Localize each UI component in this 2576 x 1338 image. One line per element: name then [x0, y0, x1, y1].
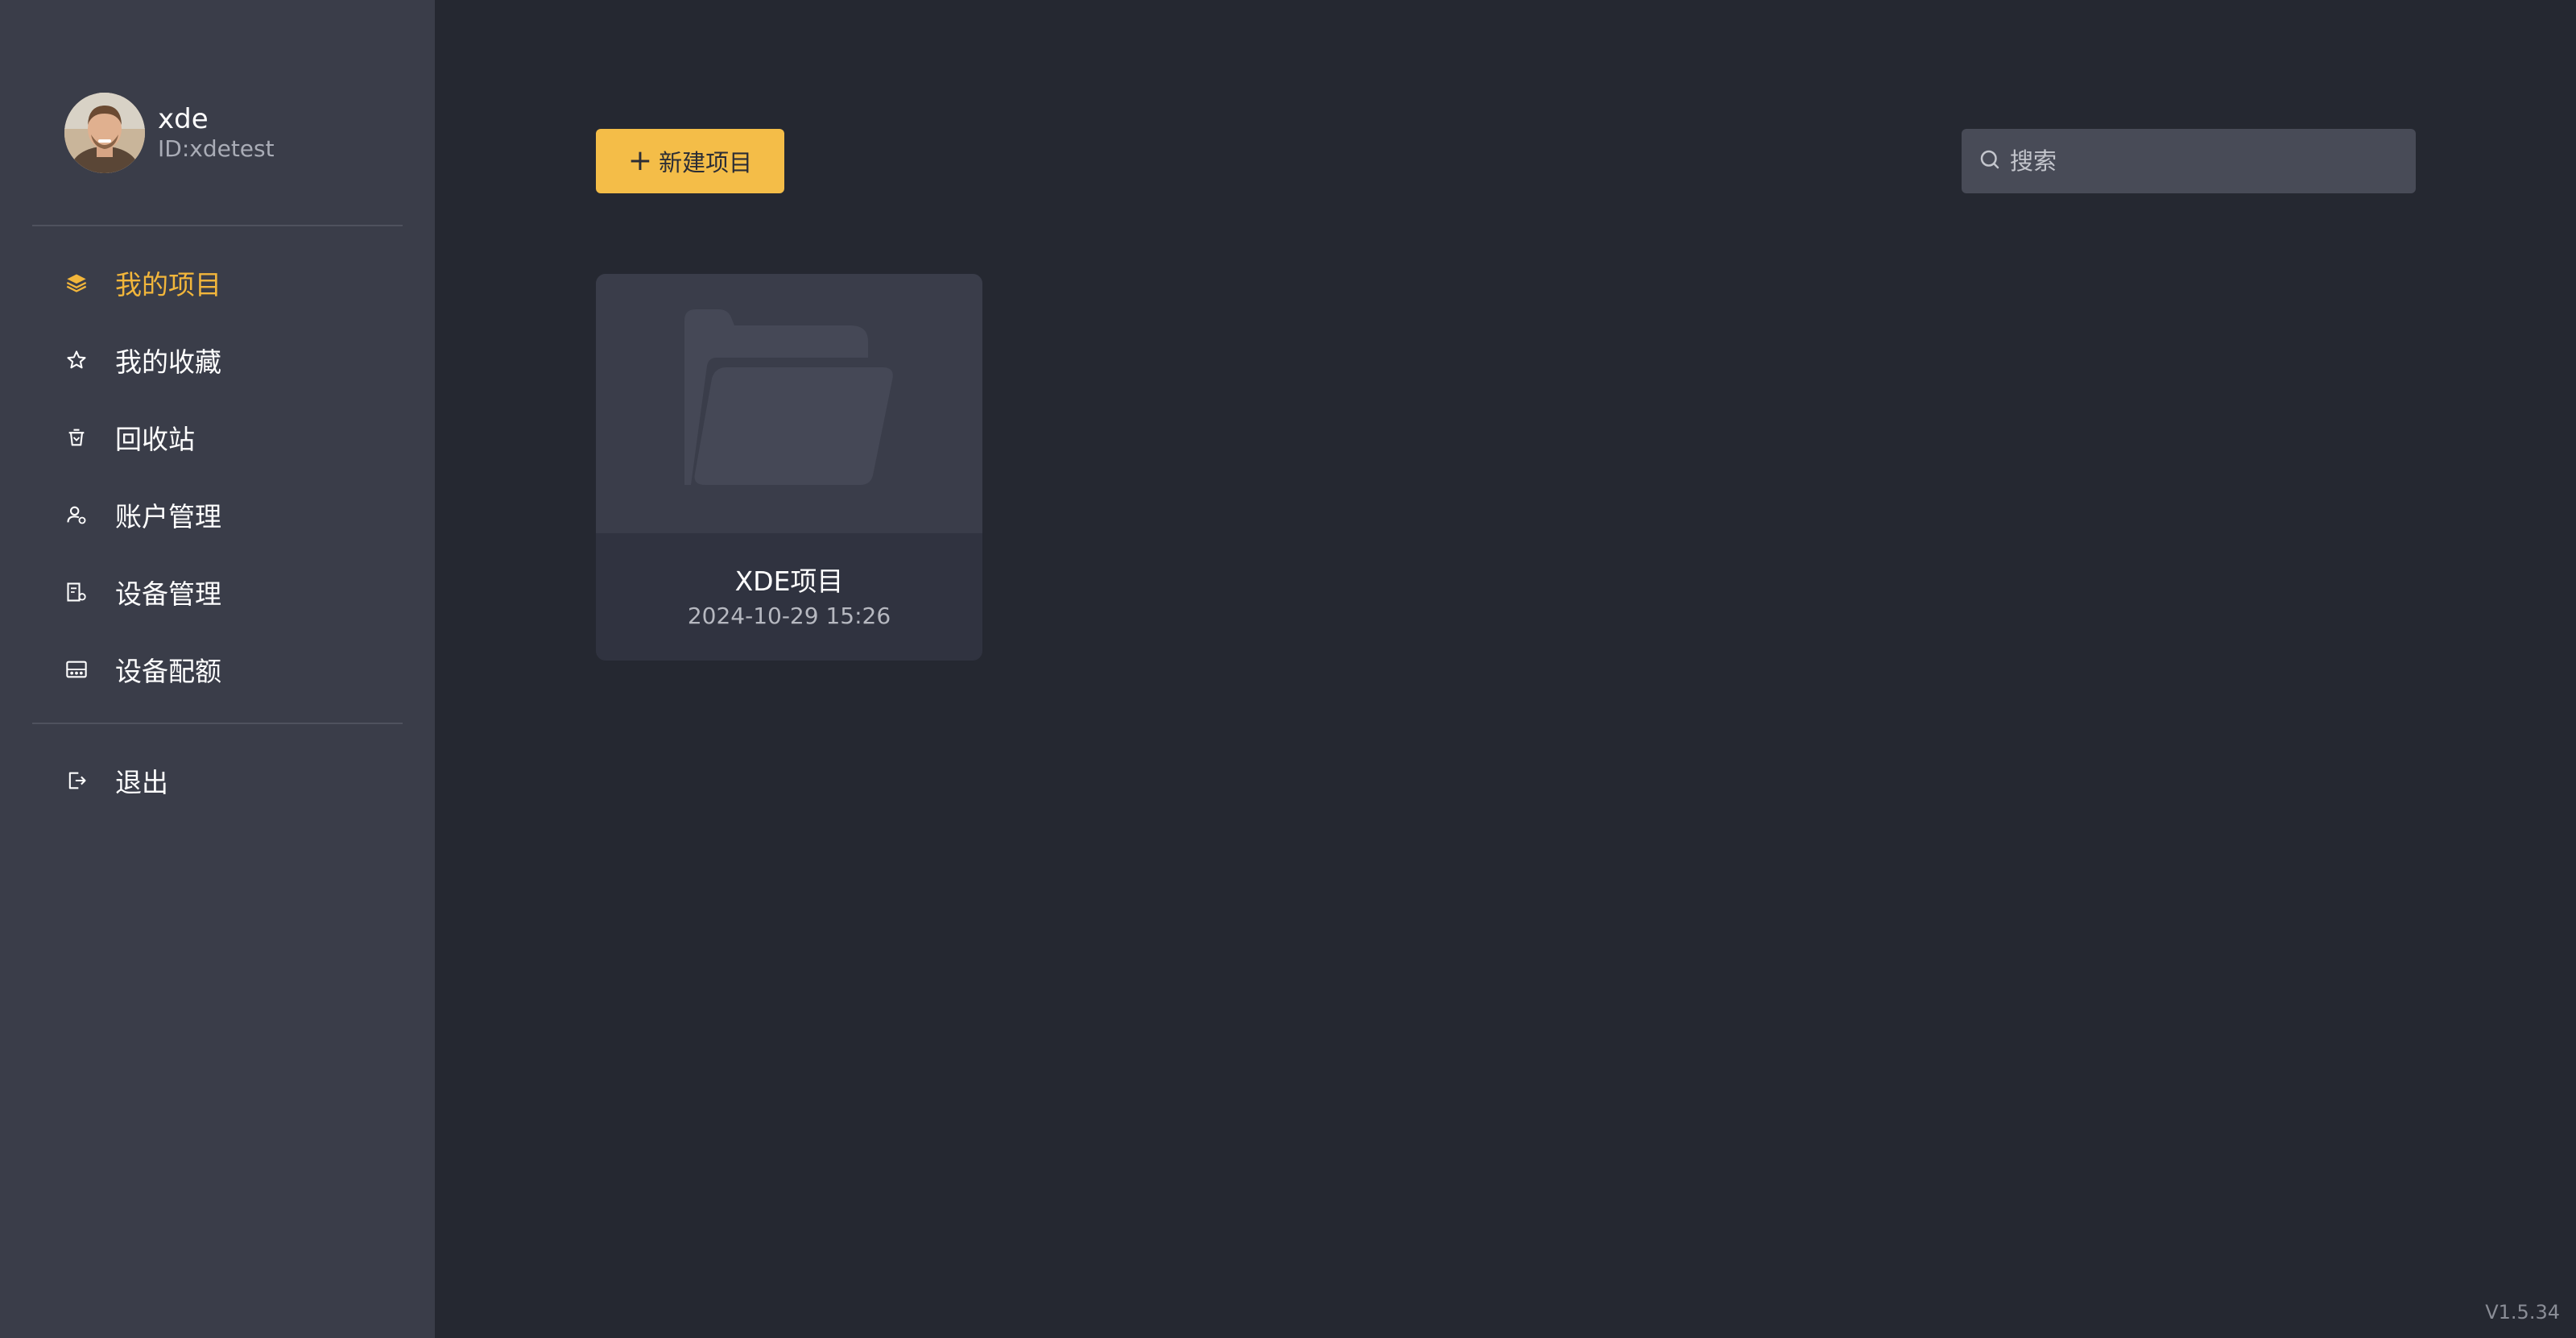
layers-icon [64, 271, 89, 295]
sidebar-item-device-management[interactable]: 设备管理 [64, 568, 221, 616]
sidebar-item-my-projects[interactable]: 我的项目 [64, 259, 221, 307]
recycle-bin-icon [64, 425, 89, 449]
device-quota-icon [64, 657, 89, 681]
project-title: XDE项目 [734, 565, 844, 597]
app-root: xde ID:xdetest 我的项目 我的收藏 回收站 账户管理 设备管理 设… [0, 0, 2576, 1338]
user-info: xde ID:xdetest [158, 103, 275, 163]
sidebar: xde ID:xdetest 我的项目 我的收藏 回收站 账户管理 设备管理 设… [0, 0, 435, 1338]
avatar[interactable] [64, 93, 145, 173]
user-id: ID:xdetest [158, 135, 275, 162]
sidebar-item-account-management[interactable]: 账户管理 [64, 491, 221, 539]
sidebar-divider [32, 225, 403, 226]
logout-label: 退出 [115, 767, 168, 798]
logout-icon [64, 768, 89, 793]
sidebar-item-device-quota[interactable]: 设备配额 [64, 645, 221, 694]
user-settings-icon [64, 503, 89, 527]
version-label: V1.5.34 [2485, 1301, 2560, 1324]
sidebar-item-label: 账户管理 [115, 501, 221, 532]
plus-icon: + [627, 144, 653, 177]
search-input[interactable] [2010, 147, 2396, 175]
star-icon [64, 348, 89, 372]
sidebar-item-label: 我的收藏 [115, 346, 221, 378]
search-box[interactable] [1962, 129, 2416, 193]
logout-button[interactable]: 退出 [64, 756, 168, 805]
new-project-label: 新建项目 [659, 149, 753, 176]
device-settings-icon [64, 580, 89, 604]
sidebar-item-label: 回收站 [115, 424, 195, 455]
project-date: 2024-10-29 15:26 [687, 603, 891, 629]
sidebar-item-label: 我的项目 [115, 269, 221, 300]
sidebar-item-label: 设备管理 [115, 578, 221, 610]
sidebar-item-label: 设备配额 [115, 656, 221, 687]
sidebar-item-favorites[interactable]: 我的收藏 [64, 336, 221, 384]
sidebar-item-recycle-bin[interactable]: 回收站 [64, 413, 195, 462]
new-project-button[interactable]: + 新建项目 [596, 129, 784, 193]
user-profile: xde ID:xdetest [64, 93, 275, 173]
project-card[interactable]: XDE项目 2024-10-29 15:26 [596, 274, 982, 661]
user-name: xde [158, 103, 209, 135]
project-thumbnail [596, 274, 982, 533]
search-icon [1978, 147, 2002, 175]
sidebar-divider [32, 723, 403, 724]
folder-icon [684, 309, 894, 498]
